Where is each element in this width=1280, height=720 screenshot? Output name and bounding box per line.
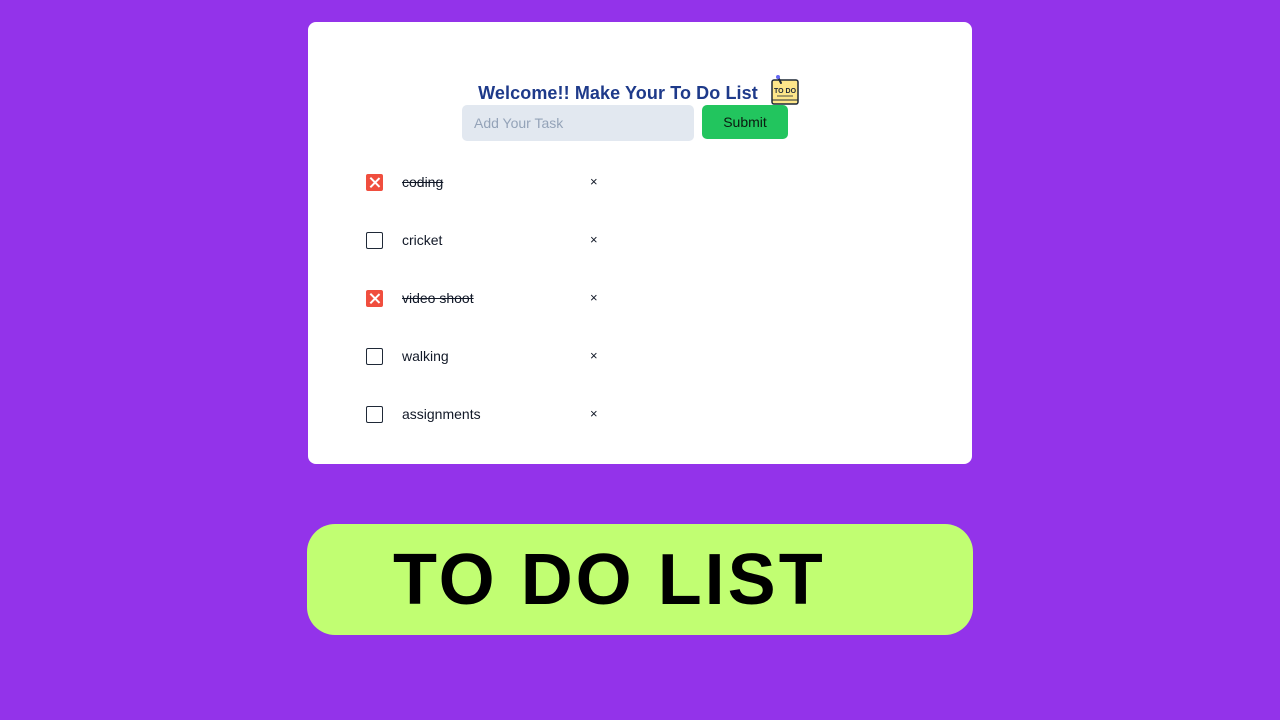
todo-card: Welcome!! Make Your To Do List TO DO Sub… [308, 22, 972, 464]
page-title: Welcome!! Make Your To Do List [478, 82, 758, 103]
task-label: coding [402, 174, 444, 190]
header: Welcome!! Make Your To Do List TO DO [308, 75, 972, 108]
task-item-cricket: cricket × [366, 230, 626, 288]
todo-note-text: TO DO [774, 88, 797, 95]
task-input[interactable] [462, 105, 694, 141]
todo-note-icon: TO DO [771, 75, 799, 105]
task-checkbox[interactable] [366, 232, 383, 249]
delete-icon[interactable]: × [590, 347, 598, 365]
submit-button[interactable]: Submit [702, 105, 788, 139]
task-item-video-shoot: video shoot × [366, 288, 626, 346]
delete-icon[interactable]: × [590, 289, 598, 307]
task-label: cricket [402, 232, 443, 248]
task-form: Submit [462, 105, 788, 141]
page: Welcome!! Make Your To Do List TO DO Sub… [0, 0, 1280, 720]
banner-text: TO DO LIST [393, 540, 826, 620]
delete-icon[interactable]: × [590, 173, 598, 191]
task-list: coding × cricket × video shoot × walking… [366, 172, 626, 462]
task-checkbox[interactable] [366, 290, 383, 307]
task-label: walking [402, 348, 449, 364]
task-label: video shoot [402, 290, 474, 306]
delete-icon[interactable]: × [590, 405, 598, 423]
task-item-assignments: assignments × [366, 404, 626, 462]
task-checkbox[interactable] [366, 174, 383, 191]
task-item-coding: coding × [366, 172, 626, 230]
task-item-walking: walking × [366, 346, 626, 404]
title-banner: TO DO LIST [307, 524, 973, 635]
task-checkbox[interactable] [366, 406, 383, 423]
task-label: assignments [402, 406, 481, 422]
delete-icon[interactable]: × [590, 231, 598, 249]
task-checkbox[interactable] [366, 348, 383, 365]
